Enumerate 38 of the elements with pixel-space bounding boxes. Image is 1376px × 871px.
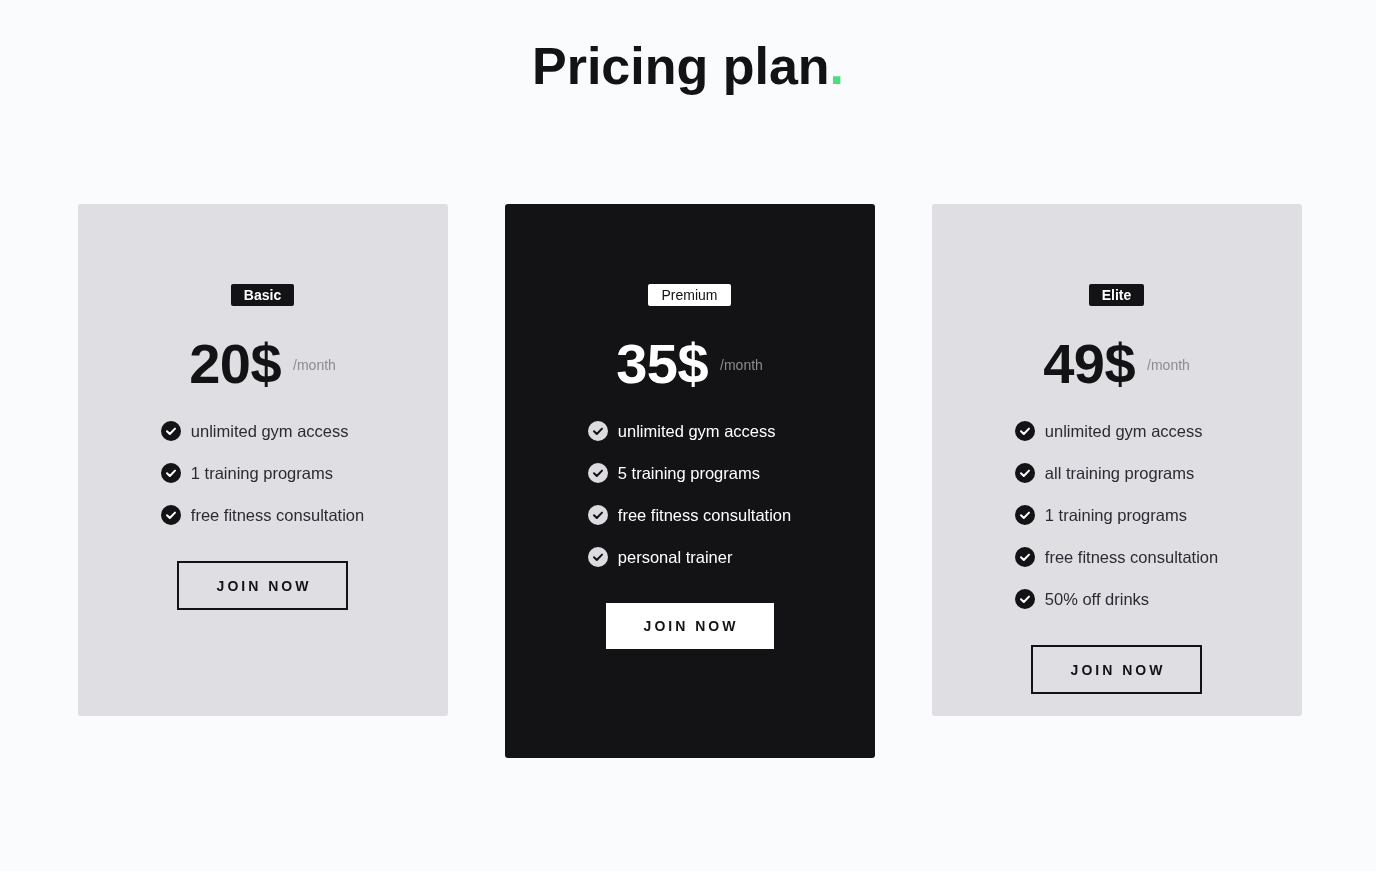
plan-price: 35$ [616,336,709,393]
feature-text: 1 training programs [1044,505,1187,525]
check-circle-icon [160,505,181,526]
check-circle-icon [160,421,181,442]
price-period: /month [720,357,763,374]
feature-text: unlimited gym access [190,421,349,441]
feature-text: unlimited gym access [617,421,776,441]
page-title: Pricing plan [531,37,830,95]
feature-text: 1 training programs [190,463,333,483]
join-now-button[interactable]: JOIN NOW [605,603,774,650]
check-circle-icon [1014,463,1035,484]
join-now-button[interactable]: JOIN NOW [177,561,348,611]
check-circle-icon [587,463,608,484]
feature-text: free fitness consultation [617,505,792,525]
check-circle-icon [1014,547,1035,568]
feature-text: free fitness consultation [1044,547,1219,567]
feature-text: 50% off drinks [1044,589,1150,609]
check-circle-icon [160,463,181,484]
plan-name-badge: Basic [230,284,295,307]
price-period: /month [1147,357,1190,374]
check-circle-icon [587,421,608,442]
price-period: /month [293,357,336,374]
title-period: . [829,37,845,95]
join-now-button[interactable]: JOIN NOW [1031,645,1202,695]
check-circle-icon [587,547,608,568]
check-circle-icon [1014,421,1035,442]
feature-text: personal trainer [617,547,733,567]
plan-price: 20$ [189,336,282,393]
check-circle-icon [1014,589,1035,610]
feature-text: free fitness consultation [190,505,365,525]
check-circle-icon [587,505,608,526]
plan-name-badge: Premium [648,284,731,307]
check-circle-icon [1014,505,1035,526]
feature-text: unlimited gym access [1044,421,1203,441]
feature-text: 5 training programs [617,463,760,483]
plan-name-badge: Elite [1088,284,1145,307]
feature-text: all training programs [1044,463,1195,483]
plan-price: 49$ [1043,336,1136,393]
